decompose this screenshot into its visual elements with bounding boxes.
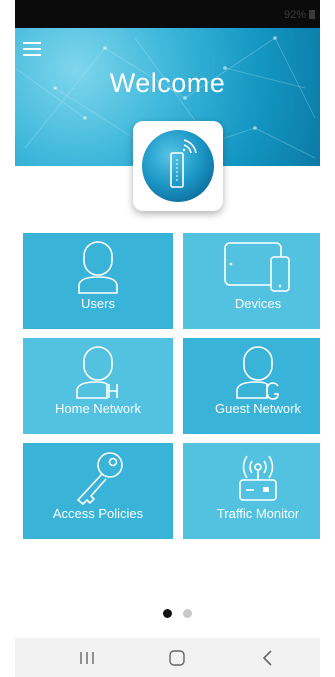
tile-users[interactable]: Users [23, 233, 173, 329]
page-indicator-2[interactable] [183, 609, 192, 618]
router-logo-card [133, 121, 223, 211]
user-icon [78, 241, 118, 294]
recent-apps-icon[interactable] [75, 648, 99, 668]
hamburger-icon [23, 42, 41, 44]
tile-traffic-monitor-label: Traffic Monitor [216, 506, 300, 521]
key-icon [76, 452, 123, 506]
battery-percentage: 92% [283, 9, 306, 21]
home-icon[interactable] [165, 648, 189, 668]
tile-guest-network[interactable]: Guest Network [183, 338, 320, 434]
tile-access-policies-label: Access Policies [52, 506, 144, 521]
system-navigation-bar [15, 638, 320, 677]
page-title: Welcome [109, 68, 226, 98]
page-indicator-1[interactable] [163, 609, 172, 618]
home-network-user-icon [76, 346, 118, 399]
tile-devices-label: Devices [234, 296, 282, 311]
tile-home-network-label: Home Network [55, 401, 141, 416]
app-screen: 92% Welcome Users Devices Home Network G… [15, 0, 320, 677]
router-icon [239, 455, 277, 501]
tile-traffic-monitor[interactable]: Traffic Monitor [183, 443, 320, 539]
guest-network-user-icon [236, 346, 279, 400]
tile-guest-network-label: Guest Network [215, 401, 301, 416]
devices-icon [224, 242, 290, 292]
tile-home-network[interactable]: Home Network [23, 338, 173, 434]
router-logo-icon [142, 130, 214, 202]
status-bar: 92% [15, 0, 320, 28]
back-icon[interactable] [256, 648, 280, 668]
tile-users-label: Users [81, 296, 115, 311]
tile-devices[interactable]: Devices [183, 233, 320, 329]
tile-access-policies[interactable]: Access Policies [23, 443, 173, 539]
menu-button[interactable] [23, 42, 41, 56]
battery-icon [309, 10, 315, 19]
